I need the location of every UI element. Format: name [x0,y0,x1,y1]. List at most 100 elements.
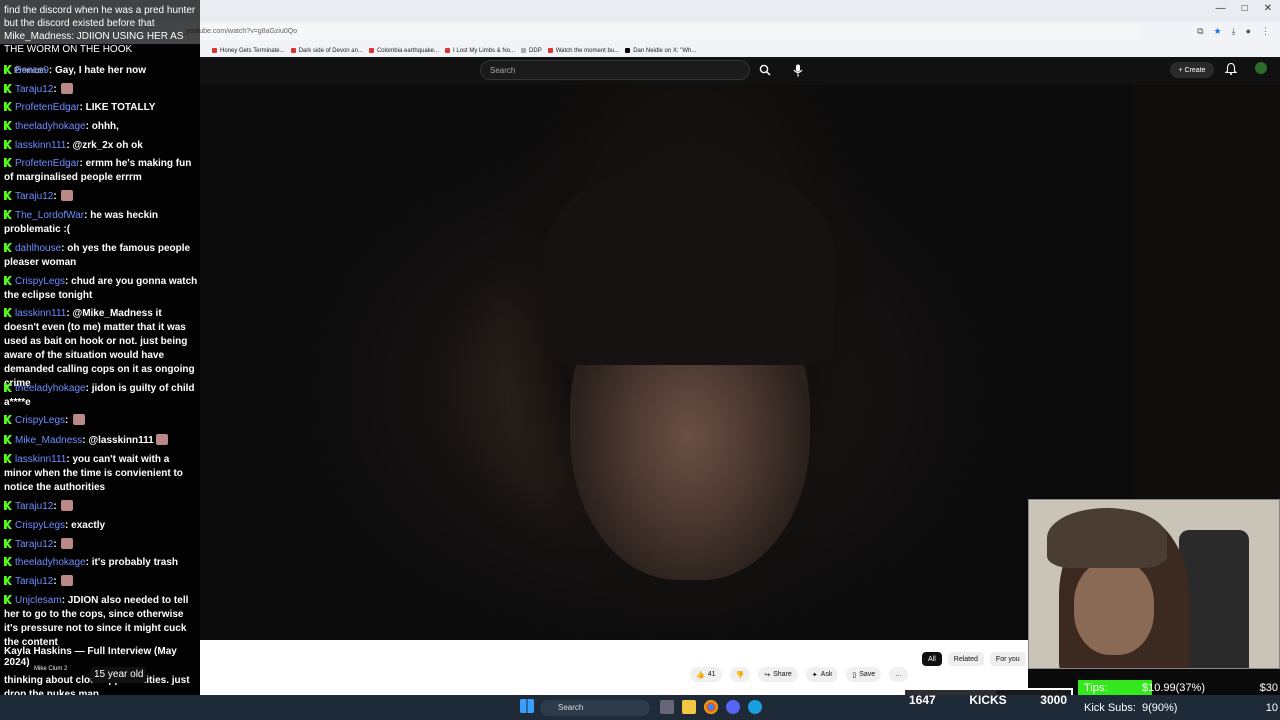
profile-icon[interactable]: ● [1246,26,1251,37]
taskbar-search[interactable]: Search [540,700,650,716]
chat-username[interactable]: ProfetenEdgar [15,158,80,169]
chat-username[interactable]: lasskinn111 [15,454,66,465]
kick-badge-icon [4,539,12,548]
extensions-icon[interactable]: ⧉ [1197,26,1203,37]
bookmark-item[interactable]: Dark side of Devon an... [290,47,363,54]
chat-username[interactable]: CrispyLegs [15,415,65,426]
bookmark-label: Colombia earthquake... [376,47,440,54]
chat-username[interactable]: Mike_Madness [15,435,82,446]
emote-icon [73,414,86,425]
chip-related[interactable]: Related [947,652,984,666]
video-player[interactable] [200,85,1133,640]
chat-username[interactable]: Taraju12 [15,576,53,587]
chat-username[interactable]: Taraju12 [15,501,53,512]
bookmark-icon: ▯ [852,671,857,679]
avatar[interactable] [1255,62,1267,74]
maximize-button[interactable]: □ [1242,3,1248,14]
chat-username[interactable]: Taraju12 [15,539,53,550]
bookmark-item[interactable]: Colombia earthquake... [368,47,440,54]
chat-message-text: exactly [71,520,106,531]
chat-username[interactable]: CrispyLegs [15,520,65,531]
bell-icon[interactable] [1224,62,1238,76]
bookmarks-bar: Honey Gets Terminate... Dark side of Dev… [200,44,1280,57]
kick-badge-icon [4,140,12,149]
file-explorer-icon[interactable] [682,700,696,714]
chat-username[interactable]: Taraju12 [15,84,53,95]
channel-name[interactable]: Mike Clum 2 [34,666,67,672]
chat-message: ProfetenEdgar: ermm he's making fun of m… [4,157,198,185]
search-input[interactable]: Search [480,60,750,80]
chat-username[interactable]: Unjclesam [15,595,62,606]
voice-search-button[interactable] [786,59,810,81]
chat-username[interactable]: theeladyhokage [15,121,86,132]
chat-username[interactable]: lasskinn111 [15,140,66,151]
dislike-button[interactable]: 👎 [729,667,751,682]
kick-badge-icon [4,383,12,392]
chat-message: theeladyhokage: jidon is guilty of child… [4,382,198,410]
search-icon [759,64,771,76]
chat-username[interactable]: dahlhouse [15,243,61,254]
chat-username[interactable]: theeladyhokage [15,383,86,394]
star-icon[interactable]: ★ [1214,26,1222,37]
video-side-panel [1133,85,1280,500]
bookmark-item[interactable]: Honey Gets Terminate... [212,48,285,54]
chat-username[interactable]: The_LordofWar [15,210,84,221]
search-button[interactable] [752,60,778,80]
kicks-goal: 3000 [1040,693,1067,707]
like-count: 41 [707,671,716,678]
chat-username[interactable]: ProfetenEdgar [15,102,80,113]
windows-start-icon[interactable] [520,699,534,713]
chat-message-text: find the discord when he was a pred hunt… [4,5,196,29]
more-icon: … [895,671,903,678]
kick-badge-icon [4,435,12,444]
bookmark-item[interactable]: Dan Neidle on X: "Wh... [625,48,696,54]
webcam-face [1074,560,1154,655]
chat-message: Taraju12: [4,500,198,514]
share-button[interactable]: ↪ Share [758,667,798,682]
thumbs-up-icon: 👍 [696,671,705,679]
bookmark-label: DDP [529,47,542,54]
chip-all[interactable]: All [922,652,942,666]
kick-badge-icon [4,102,12,111]
share-icon: ↪ [764,671,771,679]
chat-username[interactable]: CrispyLegs [15,276,65,287]
chat-username[interactable]: Bones9 [15,65,49,76]
save-button[interactable]: ▯ Save [846,667,882,682]
address-bar[interactable]: youtube.com/watch?v=g8aGziu0Qo [180,24,1140,40]
chat-username[interactable]: lasskinn111 [15,308,66,319]
chat-message-text: Mike_Madness: JDIION USING HER AS THE WO… [4,31,184,55]
download-icon[interactable]: ⤓ [1232,26,1236,37]
kick-badge-icon [4,84,12,93]
ask-button[interactable]: ✦ Ask [805,667,839,682]
menu-icon[interactable]: ⋮ [1261,26,1270,37]
chat-message: theeladyhokage: it's probably trash [4,556,198,570]
kick-badge-icon [4,501,12,510]
chat-message: Taraju12: [4,575,198,589]
bookmark-label: Dark side of Devon an... [298,47,363,54]
kick-badge-icon [4,557,12,566]
chat-message-text: Gay, I hate her now [55,65,146,76]
bookmark-icon [290,48,296,53]
kick-badge-icon [4,576,12,585]
bookmark-item[interactable]: I Lost My Limbs & No... [445,48,515,54]
video-title[interactable]: Kayla Haskins — Full Interview (May 2024… [4,646,200,668]
kick-badge-icon [4,191,12,200]
chat-username[interactable]: theeladyhokage [15,557,86,568]
bookmark-item[interactable]: DDP [521,48,542,54]
bookmark-item[interactable]: Watch the moment bu... [547,47,620,54]
chat-message-text: @lasskinn111 [88,435,154,446]
more-button[interactable]: … [889,667,909,682]
chat-username[interactable]: Taraju12 [15,191,53,202]
app-icon[interactable] [726,700,740,714]
chat-message: lasskinn111: @Mike_Madness it doesn't ev… [4,307,198,391]
minimize-button[interactable]: — [1216,3,1226,14]
like-button[interactable]: 👍 41 [690,667,722,682]
close-window-button[interactable]: ✕ [1264,3,1272,14]
chrome-icon[interactable] [704,700,718,714]
chat-message: lasskinn111: you can't wait with a minor… [4,453,198,495]
task-view-icon[interactable] [660,700,674,714]
create-button[interactable]: + Create [1170,62,1214,78]
chip-for-you[interactable]: For you [989,652,1026,666]
bookmark-label: Watch the moment bu... [555,47,620,54]
edge-icon[interactable] [748,700,762,714]
